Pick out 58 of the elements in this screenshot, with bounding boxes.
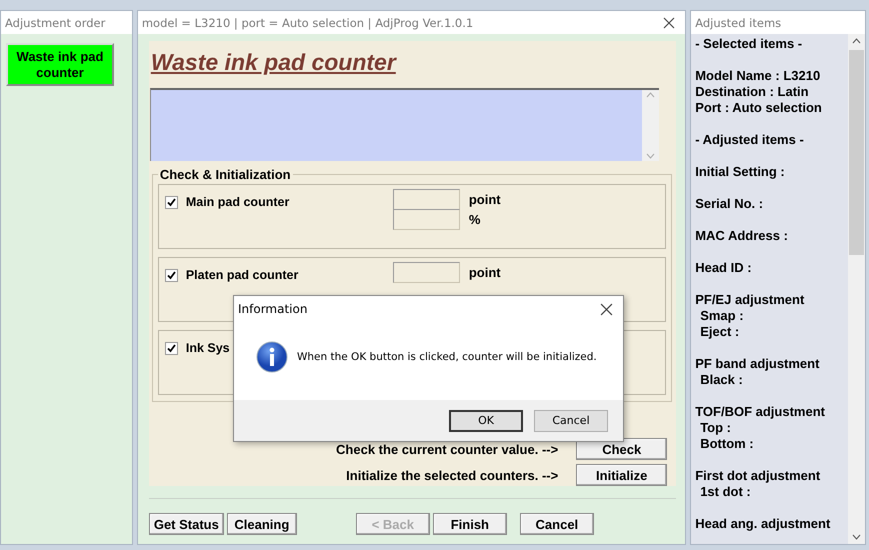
item-text: First dot adjustment (695, 468, 822, 484)
action-label: Initialize the selected counters. --> (346, 468, 558, 482)
window-title: model = L3210 | port = Auto selection | AdjProg Ver.1.0.1 (142, 16, 474, 30)
item-text: 1st dot : (699, 484, 752, 500)
window-title: Adjustment order (5, 16, 106, 30)
item-text: Black : (699, 372, 744, 388)
counter-label: Platen pad counter (186, 268, 298, 282)
footer-button[interactable]: Cleaning (226, 513, 297, 535)
footer-button[interactable]: Get Status (148, 513, 224, 535)
unit-label: % (468, 212, 480, 227)
item-text: Head ID : (695, 260, 753, 276)
scroll-down-icon[interactable] (852, 534, 861, 540)
counter-field[interactable] (392, 189, 460, 210)
counter-label: Main pad counter (186, 195, 290, 209)
item-text: Model Name : L3210 (695, 68, 822, 84)
unit-label: point (468, 265, 501, 280)
item-text: Destination : Latin (695, 84, 810, 100)
item-text: Smap : (699, 308, 745, 324)
group-title: Check & Initialization (158, 167, 292, 182)
action-button[interactable]: Initialize (576, 464, 668, 486)
unit-label: point (468, 192, 501, 207)
scrollbar[interactable] (848, 34, 865, 544)
item-text: TOF/BOF adjustment (695, 404, 826, 420)
window-title: Adjusted items (695, 16, 782, 30)
dialog-button[interactable]: Cancel (534, 410, 608, 432)
dialog-button[interactable]: OK (449, 410, 523, 432)
footer-button[interactable]: Cancel (520, 513, 594, 535)
adjustment-item[interactable]: Waste ink pad counter (6, 43, 114, 86)
item-text: Eject : (699, 324, 740, 340)
checkbox[interactable] (164, 196, 178, 209)
action-button[interactable]: Check (576, 438, 668, 460)
scroll-thumb[interactable] (849, 50, 864, 255)
checkbox[interactable] (164, 342, 178, 355)
item-text: Head ang. adjustment (695, 516, 832, 532)
dialog-title: Information (238, 302, 308, 316)
dialog-message: When the OK button is clicked, counter will be initialized. (297, 351, 597, 363)
item-text: - Selected items - (695, 36, 804, 52)
item-text: Initial Setting : (695, 164, 786, 180)
footer-button[interactable]: Finish (432, 513, 507, 535)
item-text: Serial No. : (695, 196, 764, 212)
scroll-up-icon[interactable] (852, 38, 861, 44)
item-text: PF/EJ adjustment (695, 292, 806, 308)
item-text: MAC Address : (695, 228, 789, 244)
counter-label: Ink Sys (186, 341, 230, 355)
item-text: Bottom : (699, 436, 755, 452)
info-icon (256, 341, 288, 373)
checkbox[interactable] (164, 269, 178, 282)
output-area[interactable] (150, 88, 660, 161)
close-icon[interactable] (663, 16, 676, 28)
close-icon[interactable] (600, 302, 613, 316)
counter-field[interactable] (392, 262, 460, 283)
item-text: Top : (699, 420, 732, 436)
item-text: PF band adjustment (695, 356, 820, 372)
item-text: - Adjusted items - (695, 132, 805, 148)
page-heading: Waste ink pad counter (150, 49, 396, 76)
item-text: Port : Auto selection (695, 100, 823, 116)
action-label: Check the current counter value. --> (336, 442, 558, 456)
counter-field[interactable] (392, 209, 460, 230)
